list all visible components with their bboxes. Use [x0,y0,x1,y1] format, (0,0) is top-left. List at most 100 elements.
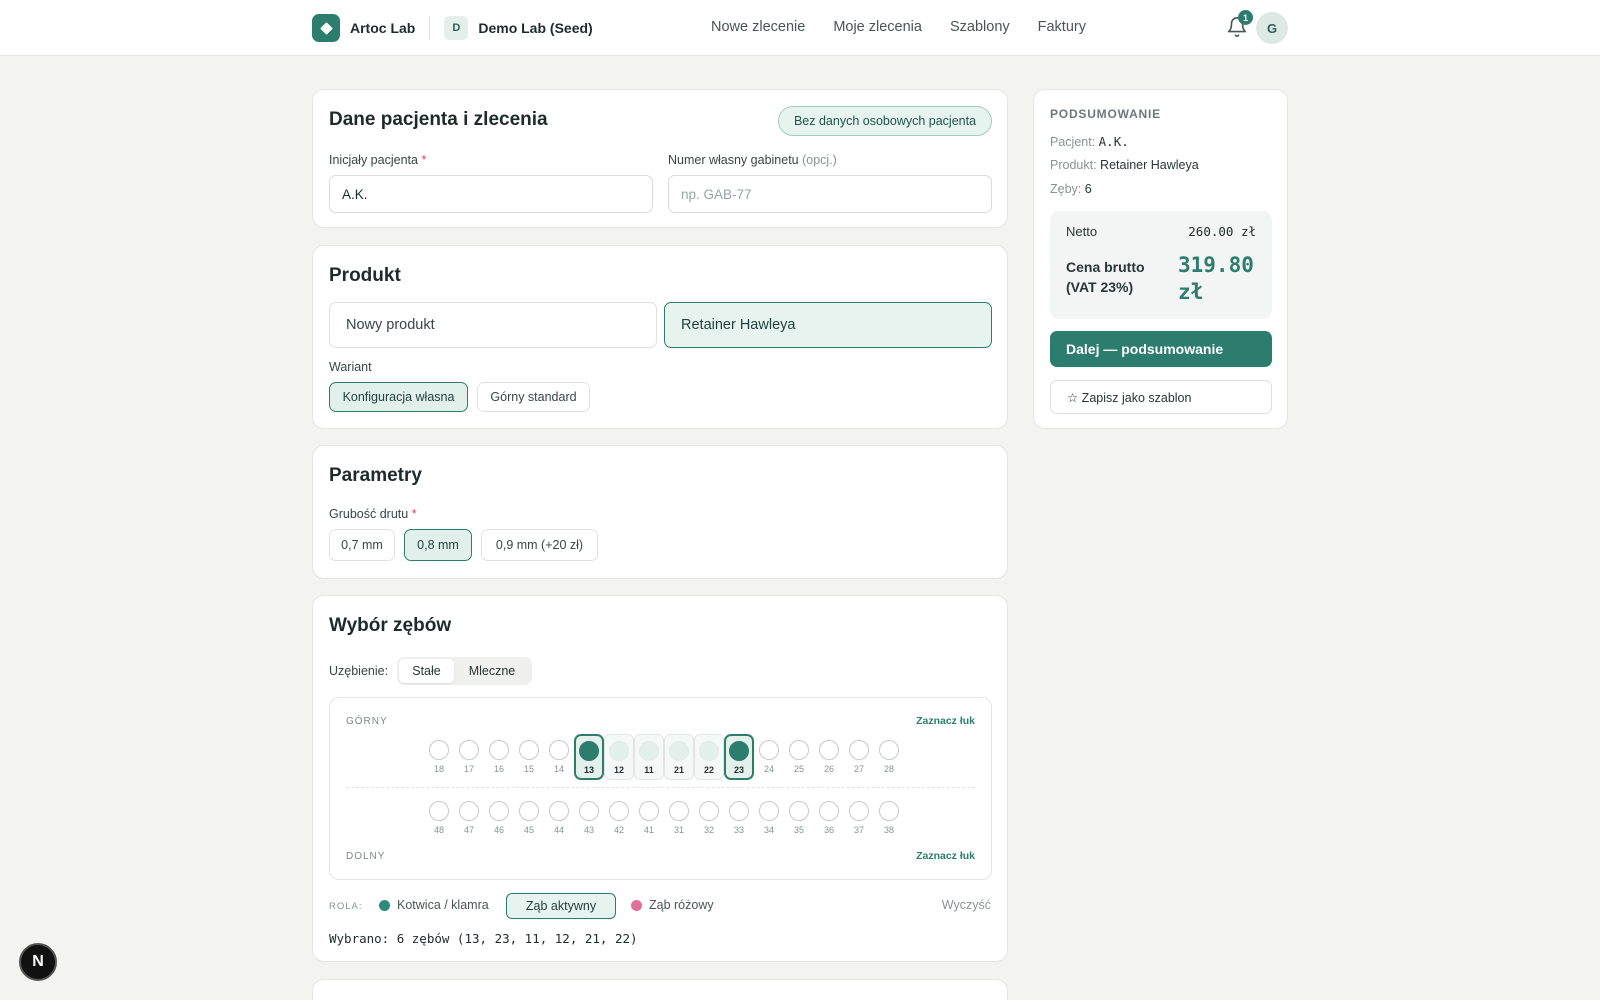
mark-lower-arch-link[interactable]: Zaznacz łuk [916,850,975,862]
dentition-primary[interactable]: Mleczne [456,659,528,683]
mark-upper-arch-link[interactable]: Zaznacz łuk [916,715,975,727]
tooth-34[interactable]: 34 [754,795,784,841]
tooth-number: 35 [793,825,804,835]
tooth-number: 22 [703,765,714,775]
user-avatar[interactable]: G [1256,12,1288,44]
patient-order-card: Dane pacjenta i zlecenia Bez danych osob… [312,89,1008,228]
tooth-number: 27 [853,764,864,774]
selected-teeth-summary: Wybrano: 6 zębów (13, 23, 11, 12, 21, 22… [329,931,638,946]
role-anchor[interactable]: Kotwica / klamra [379,898,489,912]
office-number-input[interactable]: np. GAB-77 [668,175,992,213]
tooth-15[interactable]: 15 [514,734,544,780]
summary-teeth: Zęby: 6 [1050,182,1092,196]
tooth-18[interactable]: 18 [424,734,454,780]
summary-teeth-value: 6 [1084,182,1092,196]
initials-label-text: Inicjały pacjenta [329,153,418,167]
brand-logo-icon[interactable] [312,14,340,42]
lab-name[interactable]: Demo Lab (Seed) [478,20,592,36]
tooth-27[interactable]: 27 [844,734,874,780]
tooth-11[interactable]: 11 [634,734,664,780]
clear-selection-link[interactable]: Wyczyść [942,898,991,912]
tooth-43[interactable]: 43 [574,795,604,841]
tooth-14[interactable]: 14 [544,734,574,780]
tooth-28[interactable]: 28 [874,734,904,780]
tooth-47[interactable]: 47 [454,795,484,841]
optional-marker: (opcj.) [802,153,837,167]
next-summary-button[interactable]: Dalej — podsumowanie [1050,331,1272,367]
wire-option-0-8[interactable]: 0,8 mm [404,529,472,561]
product-option-new[interactable]: Nowy produkt [329,302,657,348]
nextjs-dev-indicator-icon[interactable]: N [19,943,57,981]
nav-templates[interactable]: Szablony [950,19,1010,35]
tooth-24[interactable]: 24 [754,734,784,780]
tooth-37[interactable]: 37 [844,795,874,841]
tooth-number: 18 [433,764,444,774]
anchor-dot-icon [379,899,390,911]
tooth-17[interactable]: 17 [454,734,484,780]
tooth-circle-icon [669,801,689,821]
tooth-13[interactable]: 13 [574,734,604,780]
tooth-circle-icon [609,801,629,821]
variant-upper-standard[interactable]: Górny standard [477,382,590,412]
tooth-45[interactable]: 45 [514,795,544,841]
brand-divider [429,16,431,40]
lower-arch-label: DOLNY [346,851,386,862]
tooth-circle-icon [789,801,809,821]
dentition-permanent[interactable]: Stałe [399,659,454,683]
tooth-circle-icon [519,801,539,821]
tooth-12[interactable]: 12 [604,734,634,780]
role-active-tooth[interactable]: Ząb aktywny [506,893,616,919]
brand-area: Artoc Lab D Demo Lab (Seed) [312,14,593,42]
tooth-26[interactable]: 26 [814,734,844,780]
initials-label: Inicjały pacjenta * [329,153,426,167]
tooth-circle-icon [549,801,569,821]
upper-teeth-row: 18 17 16 15 14 13 12 11 21 22 23 24 25 26 27 28 [330,734,991,784]
initials-input[interactable]: A.K. [329,175,653,213]
tooth-41[interactable]: 41 [634,795,664,841]
tooth-number: 26 [823,764,834,774]
tooth-42[interactable]: 42 [604,795,634,841]
tooth-chart: GÓRNY Zaznacz łuk 18 17 16 15 14 13 12 11 21 22 23… [329,697,992,880]
lab-badge[interactable]: D [444,16,469,40]
tooth-36[interactable]: 36 [814,795,844,841]
role-pink-tooth[interactable]: Ząb różowy [631,898,714,912]
tooth-22[interactable]: 22 [694,734,724,780]
tooth-number: 16 [493,764,504,774]
wire-thickness-label: Grubość drutu * [329,507,417,521]
tooth-48[interactable]: 48 [424,795,454,841]
tooth-number: 33 [733,825,744,835]
tooth-23[interactable]: 23 [724,734,754,780]
teeth-card-title: Wybór zębów [329,615,452,636]
nav-invoices[interactable]: Faktury [1038,19,1086,35]
tooth-38[interactable]: 38 [874,795,904,841]
tooth-circle-icon [699,741,719,761]
tooth-46[interactable]: 46 [484,795,514,841]
tooth-33[interactable]: 33 [724,795,754,841]
tooth-circle-icon [489,801,509,821]
variant-custom-config[interactable]: Konfiguracja własna [329,382,468,412]
patient-card-title: Dane pacjenta i zlecenia [329,109,548,130]
product-card: Produkt Nowy produkt Retainer Hawleya Wa… [312,245,1008,429]
tooth-circle-icon [489,740,509,760]
tooth-circle-icon [669,741,689,761]
tooth-16[interactable]: 16 [484,734,514,780]
tooth-21[interactable]: 21 [664,734,694,780]
tooth-35[interactable]: 35 [784,795,814,841]
tooth-25[interactable]: 25 [784,734,814,780]
nav-my-orders[interactable]: Moje zlecenia [833,19,922,35]
product-option-hawley-retainer[interactable]: Retainer Hawleya [664,302,992,348]
tooth-number: 34 [763,825,774,835]
wire-option-0-9[interactable]: 0,9 mm (+20 zł) [481,529,598,561]
tooth-circle-icon [429,740,449,760]
summary-patient-value: A.K. [1098,134,1129,149]
brand-name[interactable]: Artoc Lab [350,20,415,36]
tooth-32[interactable]: 32 [694,795,724,841]
parameters-card-title: Parametry [329,465,422,486]
arch-divider [346,787,975,788]
tooth-44[interactable]: 44 [544,795,574,841]
tooth-31[interactable]: 31 [664,795,694,841]
nav-new-order[interactable]: Nowe zlecenie [711,19,805,35]
wire-option-0-7[interactable]: 0,7 mm [329,529,395,561]
save-as-template-button[interactable]: ☆ Zapisz jako szablon [1050,380,1272,414]
brutto-label: Cena brutto (VAT 23%) [1066,257,1145,297]
